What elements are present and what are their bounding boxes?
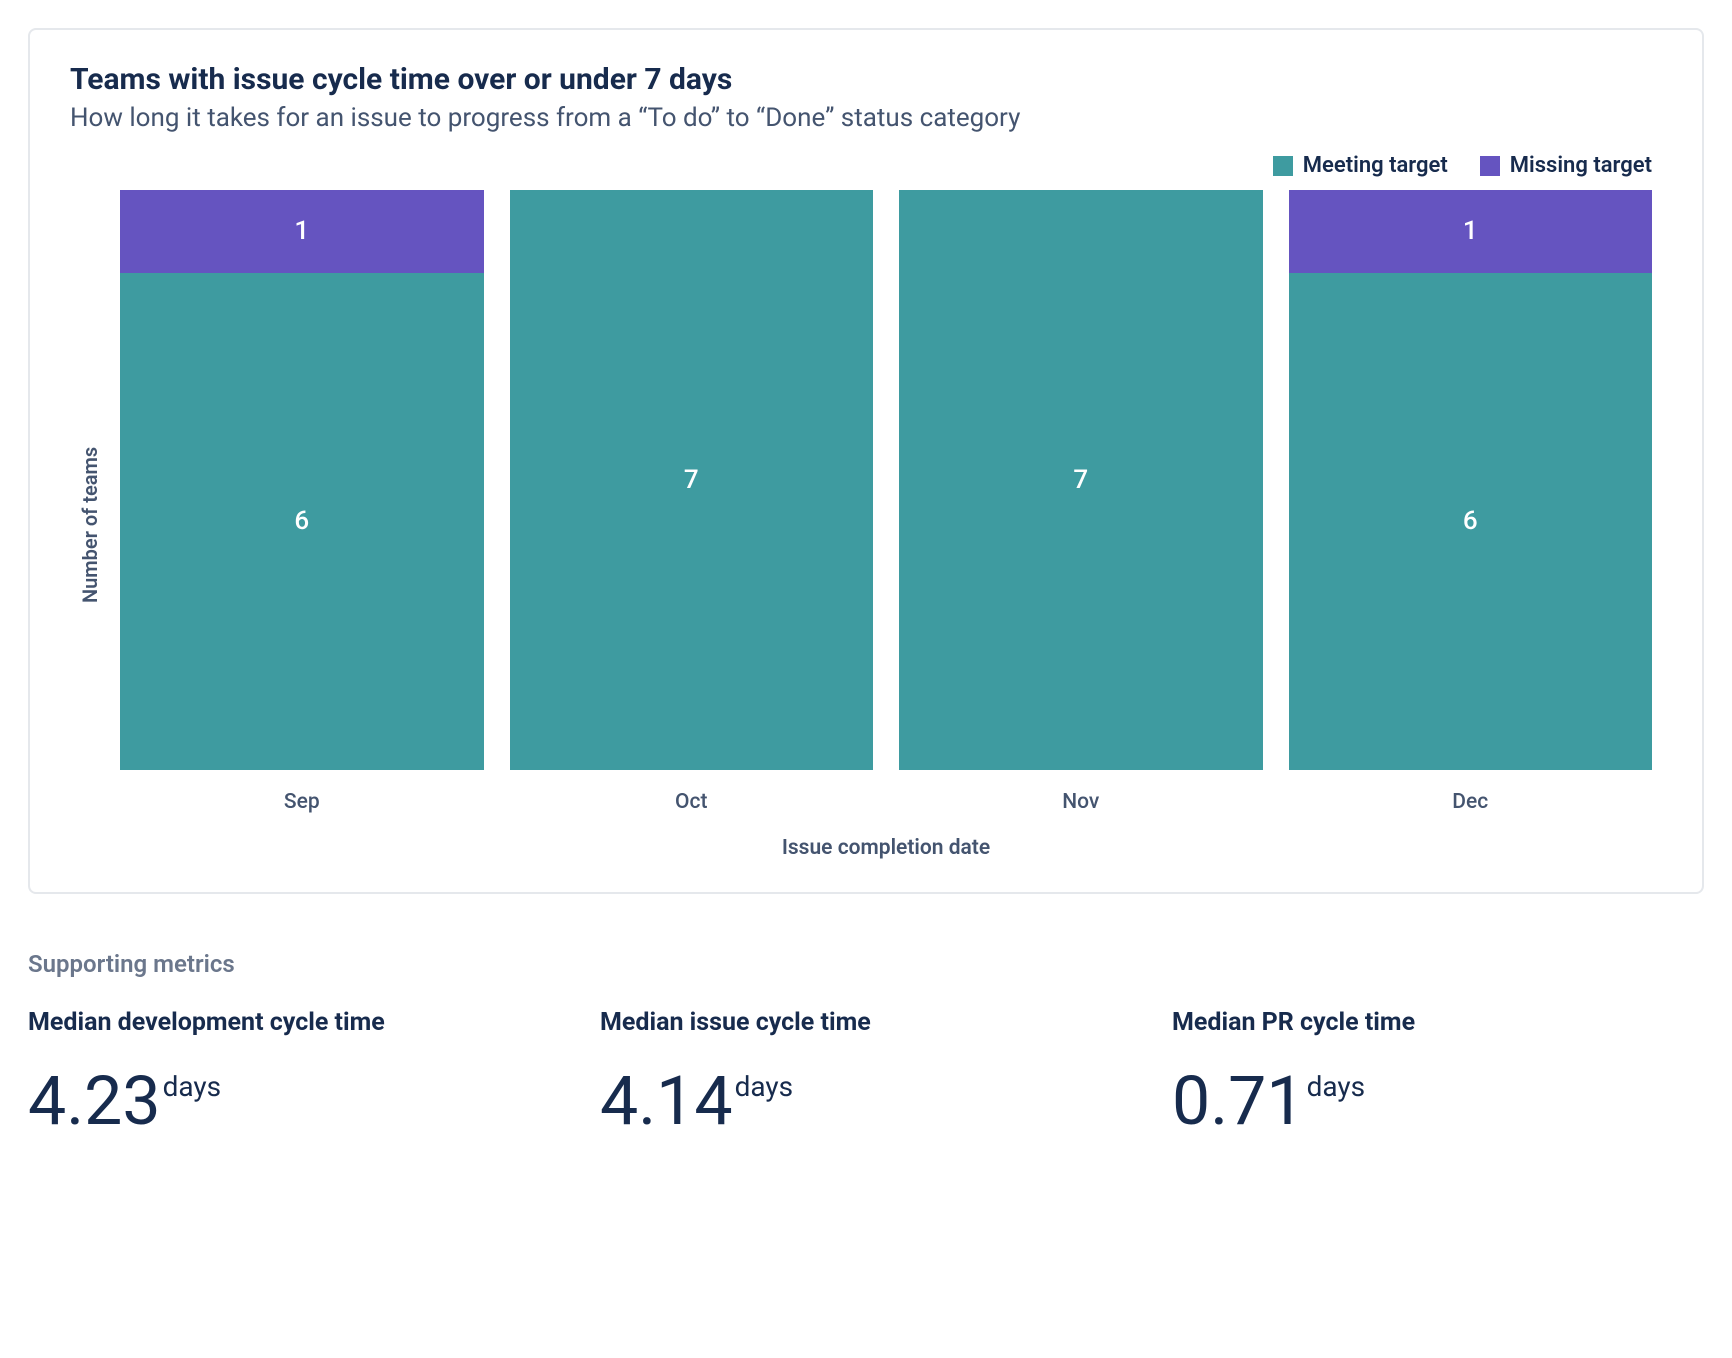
x-tick-label: Oct bbox=[510, 790, 874, 814]
metric-card: Median development cycle time 4.23days bbox=[28, 1008, 560, 1135]
chart-subtitle: How long it takes for an issue to progre… bbox=[70, 103, 1662, 133]
legend-label-meeting: Meeting target bbox=[1303, 153, 1448, 178]
x-axis-label: Issue completion date bbox=[110, 836, 1662, 860]
metric-value: 4.14days bbox=[600, 1067, 1132, 1135]
bar-column: 16 bbox=[1289, 190, 1653, 770]
bar-segment-meeting: 7 bbox=[899, 190, 1263, 770]
metric-value: 4.23days bbox=[28, 1067, 560, 1135]
legend-swatch-meeting bbox=[1273, 156, 1293, 176]
x-tick-label: Nov bbox=[899, 790, 1263, 814]
supporting-heading: Supporting metrics bbox=[28, 950, 1704, 978]
bar-stack: 7 bbox=[510, 190, 874, 770]
chart-area: Number of teams 167716 SepOctNovDec Issu… bbox=[70, 190, 1662, 860]
bar-segment-meeting: 6 bbox=[1289, 273, 1653, 770]
bar-column: 16 bbox=[120, 190, 484, 770]
metric-number: 0.71 bbox=[1172, 1067, 1305, 1135]
bar-stack: 16 bbox=[1289, 190, 1653, 770]
bar-stack: 7 bbox=[899, 190, 1263, 770]
chart-title: Teams with issue cycle time over or unde… bbox=[70, 62, 1662, 97]
bar-segment-missing: 1 bbox=[1289, 190, 1653, 273]
bar-segment-missing: 1 bbox=[120, 190, 484, 273]
metric-number: 4.14 bbox=[600, 1067, 733, 1135]
metric-number: 4.23 bbox=[28, 1067, 161, 1135]
metric-label: Median issue cycle time bbox=[600, 1008, 1132, 1037]
bar-stack: 16 bbox=[120, 190, 484, 770]
plot-area: 167716 SepOctNovDec Issue completion dat… bbox=[110, 190, 1662, 860]
x-ticks: Sep Oct Nov Dec bbox=[110, 790, 1662, 814]
supporting-metrics-section: Supporting metrics Median development cy… bbox=[28, 950, 1704, 1135]
x-tick-label: Dec bbox=[1289, 790, 1653, 814]
metrics-row: Median development cycle time4.23daysMed… bbox=[28, 1008, 1704, 1135]
bar-column: 7 bbox=[510, 190, 874, 770]
y-axis-label: Number of teams bbox=[70, 190, 110, 860]
metric-label: Median PR cycle time bbox=[1172, 1008, 1704, 1037]
metric-value: 0.71days bbox=[1172, 1067, 1704, 1135]
metric-unit: days bbox=[163, 1073, 222, 1101]
chart-legend: Meeting target Missing target bbox=[70, 153, 1662, 178]
x-tick-label: Sep bbox=[120, 790, 484, 814]
bars-row: 167716 bbox=[110, 190, 1662, 770]
metric-unit: days bbox=[1307, 1073, 1366, 1101]
bar-column: 7 bbox=[899, 190, 1263, 770]
metric-card: Median PR cycle time 0.71days bbox=[1172, 1008, 1704, 1135]
metric-label: Median development cycle time bbox=[28, 1008, 560, 1037]
legend-item-meeting: Meeting target bbox=[1273, 153, 1448, 178]
chart-card: Teams with issue cycle time over or unde… bbox=[28, 28, 1704, 894]
legend-item-missing: Missing target bbox=[1480, 153, 1652, 178]
metric-unit: days bbox=[735, 1073, 794, 1101]
legend-swatch-missing bbox=[1480, 156, 1500, 176]
metric-card: Median issue cycle time 4.14days bbox=[600, 1008, 1132, 1135]
bar-segment-meeting: 6 bbox=[120, 273, 484, 770]
legend-label-missing: Missing target bbox=[1510, 153, 1652, 178]
bar-segment-meeting: 7 bbox=[510, 190, 874, 770]
